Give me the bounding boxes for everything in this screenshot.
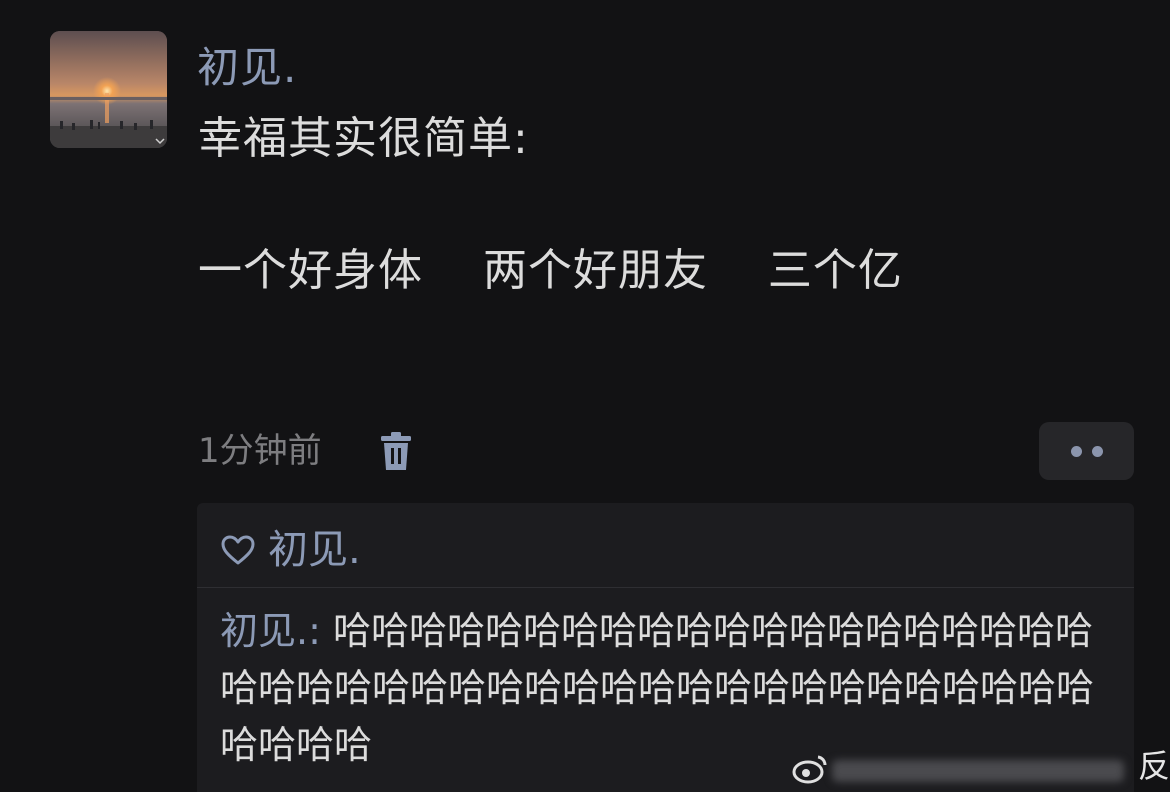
comment-author[interactable]: 初见.: [220, 609, 308, 653]
divider: [197, 587, 1134, 588]
moment-post-page: 初见. 幸福其实很简单: 一个好身体 两个好朋友 三个亿 1分钟前 初见. 初见…: [0, 0, 1170, 792]
heart-icon: [221, 535, 255, 565]
watermark-char: 反: [1138, 747, 1170, 785]
comment-text: 哈哈哈哈哈哈哈哈哈哈哈哈哈哈哈哈哈哈哈哈哈哈哈哈哈哈哈哈哈哈哈哈哈哈哈哈哈哈哈哈…: [220, 609, 1095, 767]
post-text-line2: 一个好身体 两个好朋友 三个亿: [198, 245, 903, 296]
sunset-photo: [50, 31, 167, 148]
comment-separator: :: [308, 609, 333, 653]
watermark-blurred-text: [832, 760, 1124, 782]
post-timestamp: 1分钟前: [198, 431, 322, 471]
avatar[interactable]: [50, 31, 167, 148]
more-dots-icon: [1092, 446, 1103, 457]
trash-icon[interactable]: [378, 430, 414, 472]
watermark: [792, 748, 1170, 792]
like-username[interactable]: 初见.: [268, 522, 361, 578]
post-username[interactable]: 初见.: [197, 38, 297, 98]
more-dots-icon: [1071, 446, 1082, 457]
more-options-button[interactable]: [1039, 422, 1134, 480]
weibo-logo-icon: [792, 755, 827, 784]
post-text-line1: 幸福其实很简单:: [198, 113, 529, 164]
trash-icon-graphic: [381, 432, 411, 470]
